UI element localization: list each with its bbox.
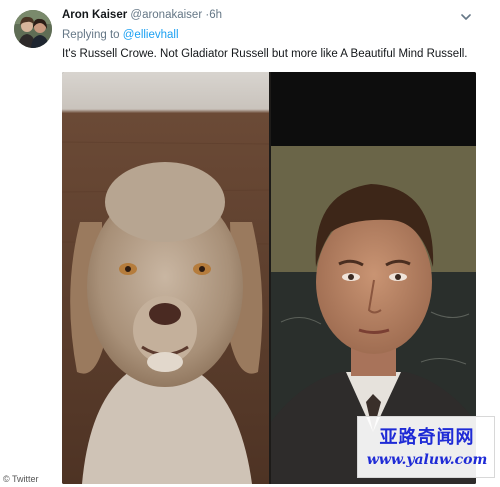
dog-face-photo	[62, 72, 269, 484]
display-name[interactable]: Aron Kaiser	[62, 9, 127, 21]
reply-context: Replying to @ellievhall	[62, 29, 179, 41]
tweet-text: It's Russell Crowe. Not Gladiator Russel…	[62, 48, 468, 60]
tweet-header: Aron Kaiser @aronakaiser ·6h	[62, 9, 222, 21]
tweet-timestamp[interactable]: 6h	[209, 9, 222, 21]
reply-prefix: Replying to	[62, 29, 120, 41]
avatar-photo	[14, 10, 52, 48]
watermark-title: 亚路奇闻网	[379, 427, 475, 448]
image-source-label: © Twitter	[3, 474, 39, 484]
reply-user-link[interactable]: @ellievhall	[123, 29, 179, 41]
avatar[interactable]	[14, 10, 52, 48]
watermark-url: www.yaluw.com	[366, 452, 488, 468]
site-watermark: 亚路奇闻网 www.yaluw.com	[357, 416, 495, 478]
tweet-menu-button[interactable]	[458, 10, 474, 24]
chevron-down-icon	[461, 14, 471, 20]
user-handle[interactable]: @aronakaiser	[130, 9, 202, 21]
